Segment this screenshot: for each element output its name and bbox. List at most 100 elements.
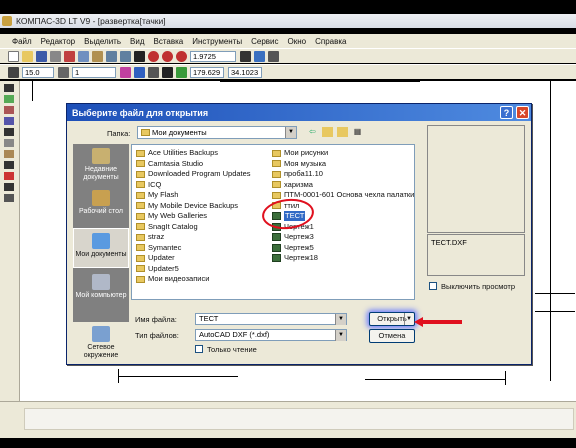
display-mode-icon[interactable] [268,50,279,62]
menu-select[interactable]: Выделить [84,37,121,46]
place-my-documents[interactable]: Мои документы [73,228,129,268]
undo-icon[interactable] [106,50,117,62]
list-item[interactable]: Мои рисунки [272,148,328,158]
new-folder-icon[interactable] [337,127,348,137]
coord-y-input[interactable]: 34.1023 [228,66,262,78]
pan-icon[interactable] [240,50,251,62]
color-icon[interactable] [120,66,131,78]
chevron-down-icon[interactable]: ▼ [335,330,346,341]
zoom-out-icon[interactable] [162,50,173,62]
chevron-down-icon[interactable]: ▼ [285,127,296,138]
ortho-icon[interactable] [162,66,173,78]
disable-preview-checkbox[interactable] [429,282,437,290]
list-item[interactable]: Моя музыка [272,159,326,169]
folder-icon [136,160,145,167]
menu-help[interactable]: Справка [315,37,346,46]
place-my-computer[interactable]: Мой компьютер [73,270,129,310]
menu-file[interactable]: Файл [12,37,32,46]
list-item[interactable]: Camtasia Studio [136,159,203,169]
chevron-down-icon[interactable]: ▼ [335,314,346,325]
layer-input[interactable]: 1 [72,66,116,78]
select-tool-icon[interactable] [4,150,14,158]
zoom-input[interactable]: 1.9725 [190,50,236,62]
new-file-icon[interactable] [8,50,19,62]
cancel-button[interactable]: Отмена [369,329,415,343]
report-tool-icon[interactable] [4,172,14,180]
list-item[interactable]: SnagIt Catalog [136,222,198,232]
grid-icon[interactable] [148,66,159,78]
measure-tool-icon[interactable] [4,139,14,147]
list-item[interactable]: Чертеж18 [272,253,318,263]
list-item[interactable]: My Web Galleries [136,211,207,221]
properties-toolbar: 15.0 1 179.629 34.1023 [0,64,576,79]
list-item[interactable]: ICQ [136,180,161,190]
folder-select[interactable]: Мои документы ▼ [137,126,297,139]
menu-service[interactable]: Сервис [251,37,278,46]
copy-icon[interactable] [78,50,89,62]
zoom-in-icon[interactable] [148,50,159,62]
place-network[interactable]: Сетевое окружение [73,322,129,362]
list-item[interactable]: Updater5 [136,264,179,274]
save-icon[interactable] [36,50,47,62]
menu-edit[interactable]: Редактор [41,37,75,46]
dimension-tool-icon[interactable] [4,95,14,103]
list-item[interactable]: харизма [272,180,313,190]
symbol-tool-icon[interactable] [4,106,14,114]
filename-label: Имя файла: [135,315,177,324]
dialog-title-bar: Выберите файл для открытия ? ✕ [67,104,531,121]
menu-insert[interactable]: Вставка [154,37,184,46]
place-desktop[interactable]: Рабочий стол [73,186,129,226]
list-item[interactable]: проба11.10 [272,169,323,179]
folder-nav-toolbar: ⇦ ▦ [307,127,367,137]
back-icon[interactable]: ⇦ [307,127,318,137]
list-item[interactable]: My Mobile Device Backups [136,201,238,211]
folder-icon [141,129,150,136]
open-folder-icon[interactable] [22,50,33,62]
cut-icon[interactable] [64,50,75,62]
insert-tool-icon[interactable] [4,183,14,191]
folder-icon [136,244,145,251]
menu-view[interactable]: Вид [130,37,144,46]
list-item[interactable]: Мои видеозаписи [136,274,209,284]
list-item[interactable]: Updater [136,253,175,263]
folder-icon [136,191,145,199]
edit-tool-icon[interactable] [4,117,14,125]
list-item[interactable]: Чертеж5 [272,243,314,253]
geometry-tool-icon[interactable] [4,84,14,92]
list-item[interactable]: Чертеж3 [272,232,314,242]
refresh-icon[interactable] [254,50,265,62]
style-icon[interactable] [8,66,19,78]
local-cs-icon[interactable] [176,66,187,78]
list-item[interactable]: Symantec [136,243,181,253]
zoom-window-icon[interactable] [176,50,187,62]
paste-icon[interactable] [92,50,103,62]
close-button[interactable]: ✕ [516,106,529,119]
redo-icon[interactable] [120,50,131,62]
help-pointer-icon[interactable] [134,50,145,62]
print-icon[interactable] [50,50,61,62]
list-item[interactable]: straz [136,232,164,242]
open-button[interactable]: Открыть ▼ [369,312,415,326]
menu-window[interactable]: Окно [288,37,307,46]
line-width-input[interactable]: 15.0 [22,66,54,78]
readonly-checkbox[interactable] [195,345,203,353]
network-icon [92,326,110,342]
layer-icon[interactable] [58,66,69,78]
view-menu-icon[interactable]: ▦ [352,127,363,137]
menu-tools[interactable]: Инструменты [192,37,242,46]
coord-x-input[interactable]: 179.629 [190,66,224,78]
up-folder-icon[interactable] [322,127,333,137]
list-item[interactable]: My Flash [136,190,178,200]
main-toolbar: 1.9725 [0,48,576,63]
list-item[interactable]: Downloaded Program Updates [136,169,251,179]
snap-icon[interactable] [134,66,145,78]
help-button[interactable]: ? [500,106,513,119]
filetype-select[interactable]: AutoCAD DXF (*.dxf) ▼ [195,329,347,341]
param-tool-icon[interactable] [4,128,14,136]
filename-input[interactable]: ТЕСТ ▼ [195,313,347,325]
fragment-tool-icon[interactable] [4,194,14,202]
spec-tool-icon[interactable] [4,161,14,169]
place-recent[interactable]: Недавние документы [73,144,129,184]
open-dropdown-icon[interactable]: ▼ [404,313,413,325]
list-item[interactable]: Ace Utilities Backups [136,148,218,158]
